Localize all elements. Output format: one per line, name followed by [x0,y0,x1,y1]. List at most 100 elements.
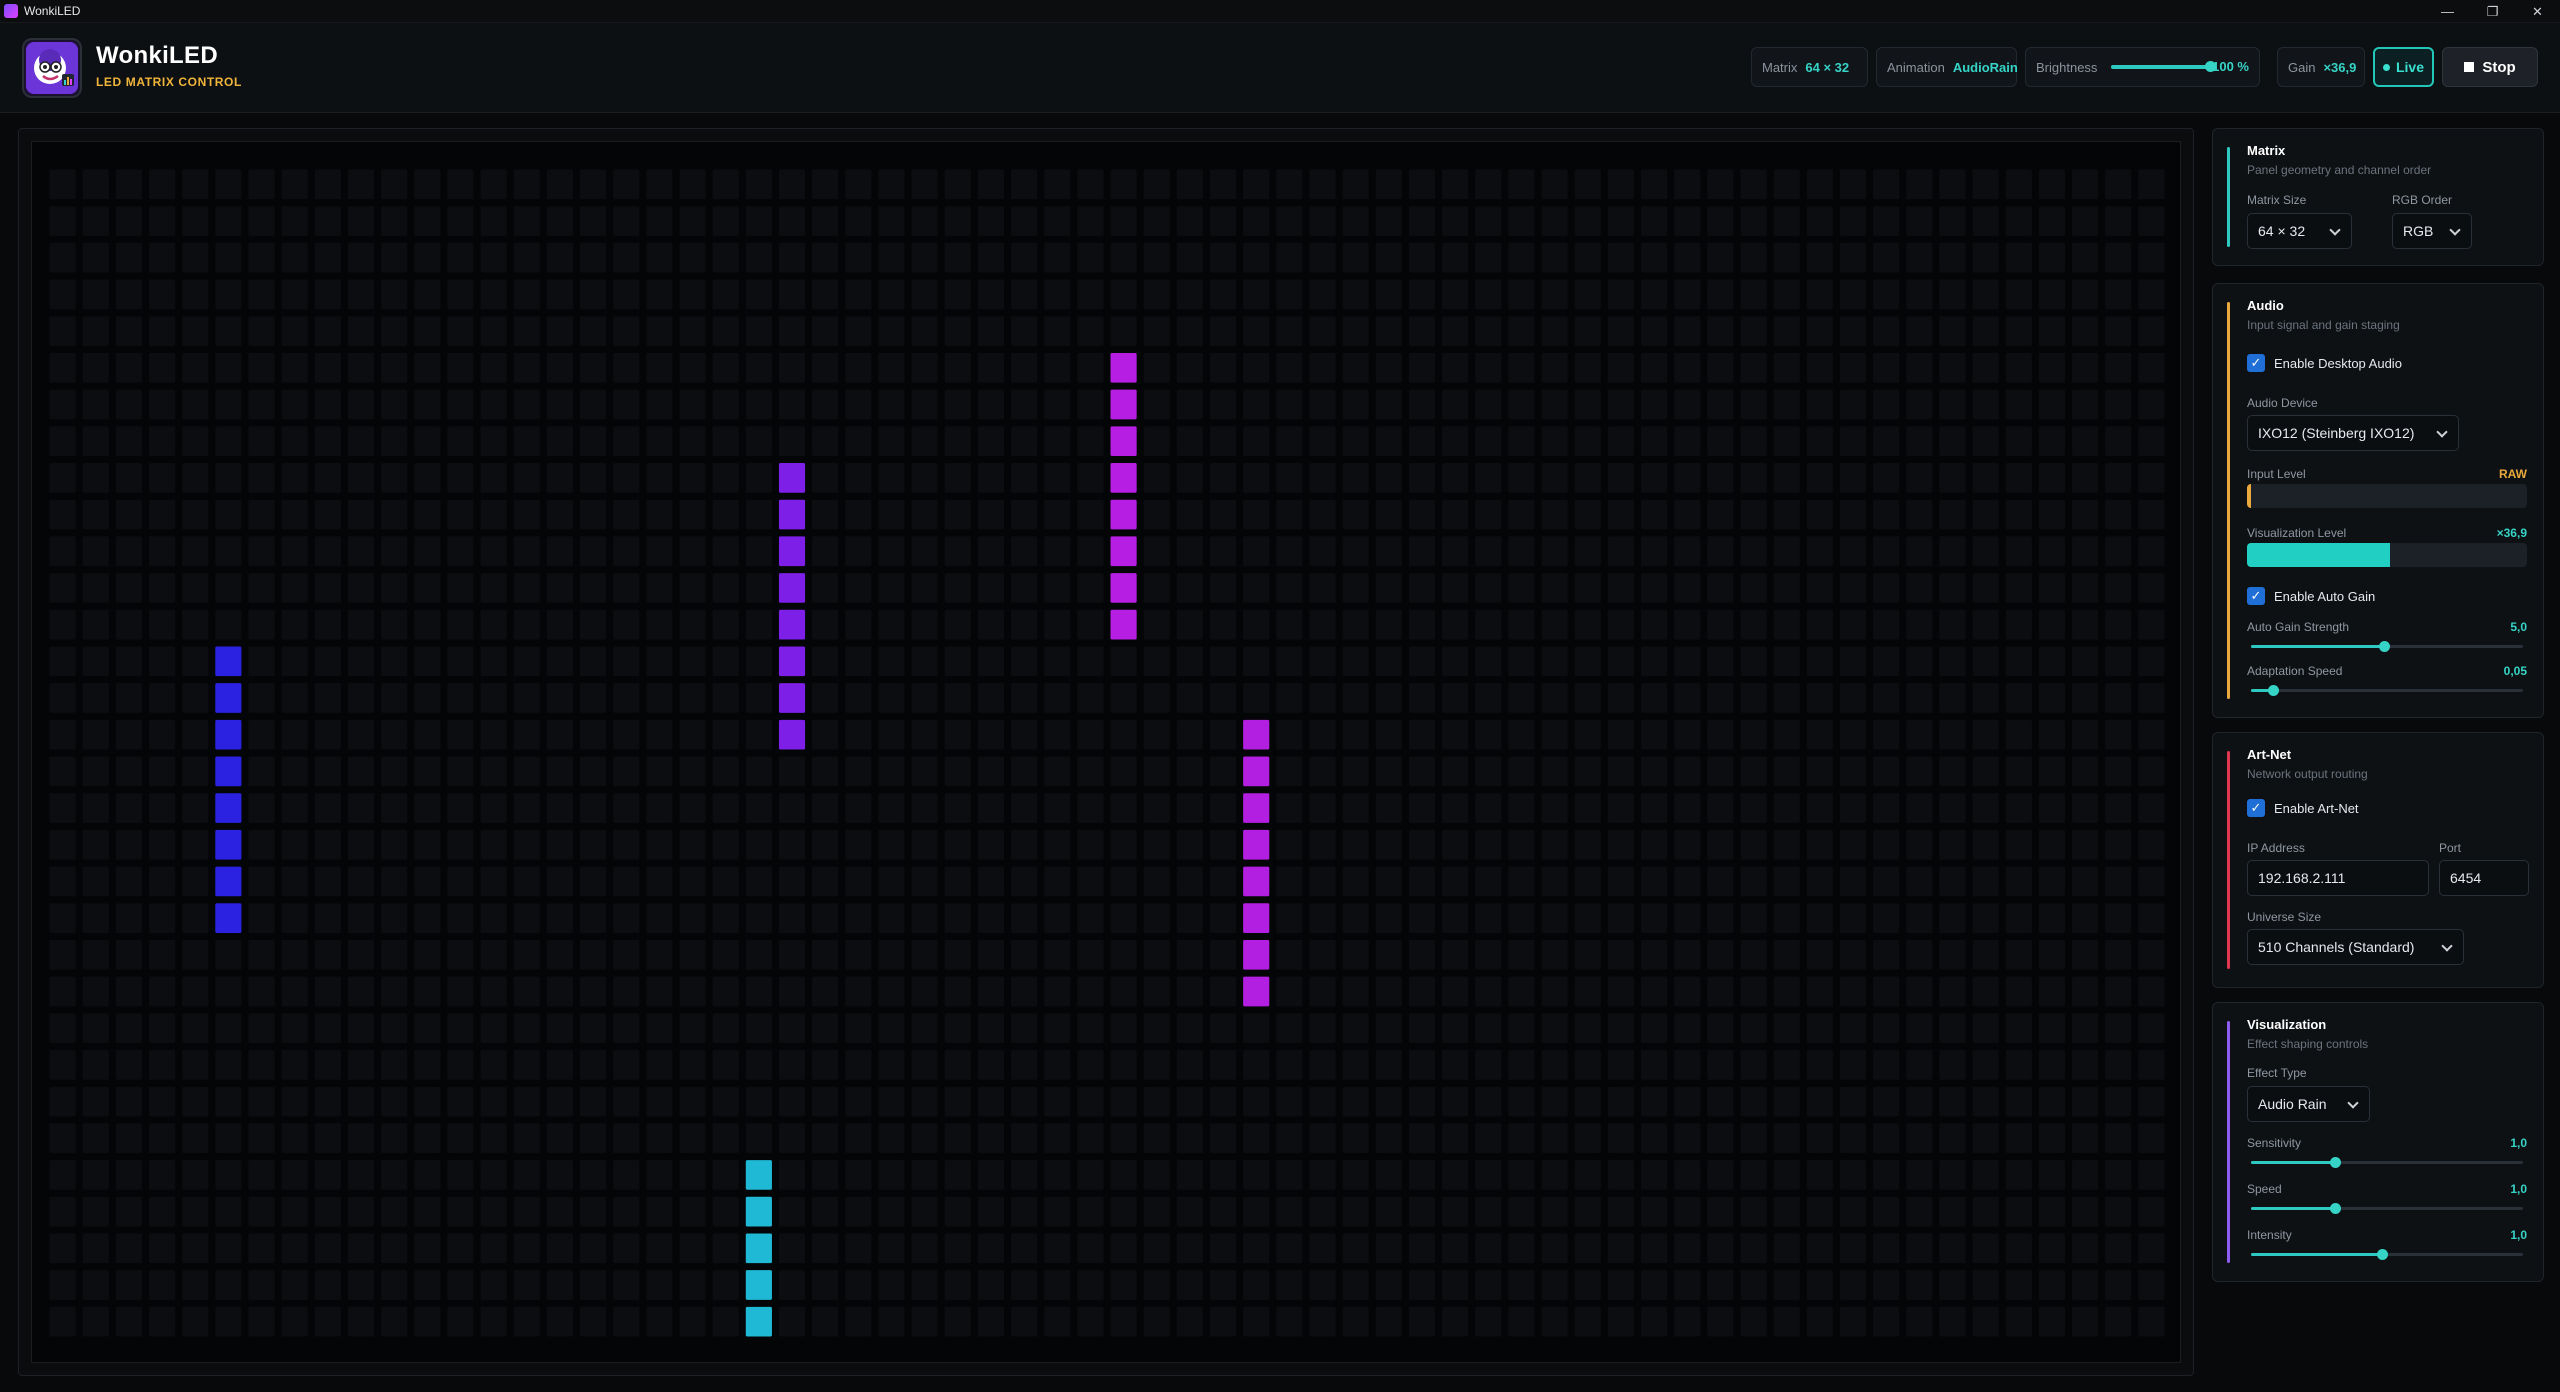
led-pixel [1077,903,1104,933]
led-pixel [2105,389,2132,420]
led-pixel [1873,536,1900,567]
minimize-icon[interactable]: — [2425,0,2470,23]
led-pixel [580,389,607,420]
led-pixel [115,316,142,346]
universe-size-select[interactable]: 510 Channels (Standard) [2247,929,2464,965]
rgb-order-label: RGB Order [2392,193,2453,207]
intensity-slider[interactable] [2251,1249,2523,1260]
led-pixel [1408,646,1436,677]
led-pixel [1176,976,1203,1007]
intensity-thumb[interactable] [2376,1249,2388,1260]
led-pixel [148,279,176,310]
led-pixel [1276,719,1303,750]
led-pixel [1375,866,1402,897]
led-pixel [1574,939,1601,970]
led-pixel [1475,976,1502,1007]
led-pixel [2038,939,2066,970]
led-pixel [182,976,209,1007]
led-pixel [778,206,806,236]
sensitivity-thumb[interactable] [2330,1157,2342,1168]
audio-device-select[interactable]: IXO12 (Steinberg IXO12) [2247,415,2459,451]
adaptation-speed-thumb[interactable] [2267,685,2279,696]
led-pixel [513,829,540,860]
matrix-size-select[interactable]: 64 × 32 [2247,213,2352,249]
led-pixel [712,903,739,933]
led-pixel [580,646,607,677]
auto-gain-strength-thumb[interactable] [2379,641,2391,652]
led-pixel [115,976,142,1007]
led-pixel [1044,536,1071,567]
led-pixel [1309,1233,1336,1264]
led-pixel [1243,426,1270,456]
led-pixel [1806,242,1833,273]
auto-gain-strength-slider[interactable] [2251,641,2523,652]
led-pixel [977,1050,1005,1080]
restore-icon[interactable]: ❐ [2470,0,2515,23]
led-pixel [1442,352,1469,383]
led-pixel [613,536,640,567]
led-pixel [1011,609,1038,640]
led-pixel [1442,866,1469,897]
led-pixel [1707,976,1734,1007]
led-pixel [148,609,176,640]
led-pixel [2138,1270,2165,1300]
led-pixel [2138,866,2165,897]
led-pixel [1939,829,1966,860]
led-pixel [1740,352,1767,383]
led-pixel [1508,683,1535,713]
brightness-slider[interactable] [2111,61,2216,72]
led-pixel [1972,426,1999,456]
speed-slider[interactable] [2251,1203,2523,1214]
led-pixel [2072,719,2099,750]
led-pixel [679,719,706,750]
enable-artnet-checkbox[interactable]: ✓ Enable Art-Net [2247,799,2359,817]
led-pixel [1077,242,1104,273]
speed-thumb[interactable] [2330,1203,2342,1214]
led-pixel [1674,536,1701,567]
led-pixel [646,1196,673,1227]
led-pixel [381,866,408,897]
input-level-meter-fill [2247,484,2252,508]
led-pixel-lit [215,719,242,750]
led-pixel [1906,169,1933,200]
effect-type-select[interactable]: Audio Rain [2247,1086,2370,1122]
port-input[interactable]: 6454 [2439,860,2529,896]
led-pixel [1375,316,1402,346]
led-pixel [1309,499,1336,530]
led-pixel [414,793,441,823]
stop-button[interactable]: Stop [2442,47,2538,87]
led-pixel [1309,976,1336,1007]
led-pixel [1243,316,1270,346]
led-pixel [2038,1086,2066,1117]
led-pixel [712,352,739,383]
led-pixel [2005,756,2032,787]
led-pixel [1806,1013,1833,1043]
ip-address-input[interactable]: 192.168.2.111 [2247,860,2429,896]
led-pixel [1773,756,1800,787]
led-pixel [1375,426,1402,456]
led-pixel [646,903,673,933]
adaptation-speed-slider[interactable] [2251,685,2523,696]
led-pixel [2072,352,2099,383]
led-pixel [2105,1050,2132,1080]
rgb-order-select[interactable]: RGB [2392,213,2472,249]
led-pixel [347,463,375,493]
led-pixel [2072,1123,2099,1154]
led-pixel [82,903,109,933]
led-pixel [1375,279,1402,310]
led-pixel [1110,793,1137,823]
enable-desktop-audio-checkbox[interactable]: ✓ Enable Desktop Audio [2247,354,2402,372]
led-pixel [314,903,341,933]
close-icon[interactable]: ✕ [2515,0,2560,23]
led-pixel [2038,1050,2066,1080]
led-pixel [1143,683,1170,713]
led-pixel [1011,903,1038,933]
checkmark-icon: ✓ [2247,799,2265,817]
chevron-down-icon [2347,1097,2359,1109]
live-button[interactable]: Live [2373,47,2434,87]
led-pixel [613,609,640,640]
enable-auto-gain-checkbox[interactable]: ✓ Enable Auto Gain [2247,587,2375,605]
led-pixel [1939,976,1966,1007]
sensitivity-slider[interactable] [2251,1157,2523,1168]
led-pixel [1641,1196,1668,1227]
